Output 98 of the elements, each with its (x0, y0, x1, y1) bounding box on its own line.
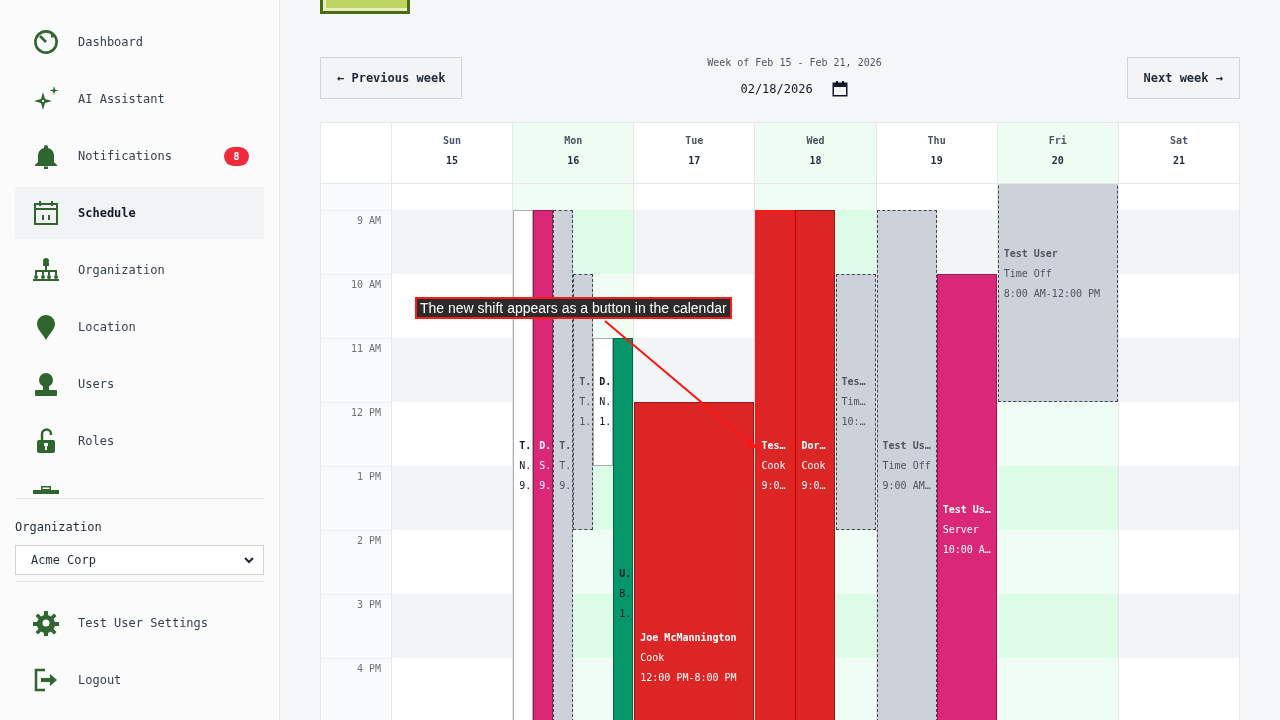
logout-icon (33, 667, 59, 693)
nav-item[interactable]: Roles (15, 415, 264, 467)
time-label: 3 PM (356, 599, 381, 611)
event-role: N. (599, 395, 612, 409)
bell-icon (33, 143, 59, 169)
time-off-block[interactable]: Tes… Tim… 10:… (835, 274, 876, 530)
event-name: Test Us… (942, 503, 991, 517)
day-date: 20 (1051, 155, 1064, 167)
organization-select[interactable]: Acme Corp (15, 545, 264, 575)
day-name: Sat (1169, 135, 1188, 147)
count-badge: 8 (224, 146, 249, 166)
gauge-icon (33, 29, 59, 55)
previous-week-button[interactable]: ← Previous week (320, 57, 463, 99)
time-label: 1 PM (356, 471, 381, 483)
event-time: 9. (539, 479, 552, 493)
event-name: T. (579, 375, 592, 389)
calendar-icon[interactable] (832, 81, 849, 97)
nav-item[interactable]: Test User Settings (15, 597, 264, 649)
event-name: T. (559, 439, 572, 453)
nav-item[interactable]: Notifications 8 (15, 130, 264, 182)
event-role: Time Off (1003, 267, 1052, 281)
day-name: Mon (564, 135, 583, 147)
event-time: 9:0… (801, 479, 826, 493)
date-field[interactable]: 02/18/2026 (740, 82, 815, 96)
event-time: 10:00 A… (942, 543, 991, 557)
event-role: Server (942, 523, 979, 537)
week-range: Week of Feb 15 - Feb 21, 2026 (707, 57, 882, 69)
nav-item[interactable]: Users (15, 358, 264, 410)
next-week-button[interactable]: Next week → (1126, 57, 1240, 99)
gear-icon (33, 610, 59, 636)
day-date: 18 (809, 155, 822, 167)
shift-block[interactable]: U. B. 1. (613, 338, 634, 720)
event-role: Cook (640, 651, 665, 665)
event-time: 9. (559, 479, 572, 493)
nav-item[interactable]: Logout (15, 654, 264, 706)
shift-block[interactable]: Tes… Cook 9:0… (755, 210, 796, 720)
event-role: Tim… (841, 395, 866, 409)
event-name: Test Us… (882, 439, 931, 453)
event-name: Tes… (761, 439, 786, 453)
day-name: Wed (806, 135, 825, 147)
event-name: U. (619, 567, 632, 581)
event-time: 12:00 PM-8:00 PM (640, 671, 737, 685)
event-time: 10:… (841, 415, 866, 429)
time-label: 9 AM (356, 215, 381, 227)
user-icon (33, 371, 59, 397)
day-date: 19 (930, 155, 943, 167)
time-label: 2 PM (356, 535, 381, 547)
event-role: Cook (801, 459, 826, 473)
event-time: 8:00 AM-12:00 PM (1003, 287, 1101, 301)
nav-item[interactable]: AI Assistant (15, 73, 264, 125)
nav-item[interactable]: Dashboard (15, 16, 264, 68)
event-time: 9:00 AM… (882, 479, 931, 493)
event-role: B. (619, 587, 632, 601)
event-name: Joe McMannington (640, 631, 737, 645)
event-role: T. (559, 459, 572, 473)
calendar-icon (33, 200, 59, 226)
day-name: Fri (1048, 135, 1067, 147)
event-time: 1. (579, 415, 592, 429)
nav-item[interactable]: Organization (15, 244, 264, 296)
time-off-block[interactable]: Test User Time Off 8:00 AM-12:00 PM (997, 184, 1118, 402)
day-date: 15 (446, 155, 459, 167)
cut-off-icon (33, 486, 59, 494)
event-name: T. (519, 439, 532, 453)
event-time: 9. (519, 479, 532, 493)
organization-label: Organization (15, 519, 102, 535)
event-role: T. (579, 395, 592, 409)
event-role: S. (539, 459, 552, 473)
event-name: D. (539, 439, 552, 453)
event-name: Test User (1003, 247, 1058, 261)
day-date: 21 (1172, 155, 1185, 167)
chevron-down-icon (244, 556, 254, 564)
time-label: 12 PM (350, 407, 381, 419)
day-name: Sun (443, 135, 462, 147)
event-name: D. (599, 375, 612, 389)
day-name: Thu (927, 135, 946, 147)
event-role: N. (519, 459, 532, 473)
event-time: 1. (599, 415, 612, 429)
day-name: Tue (685, 135, 704, 147)
nav-item[interactable]: Location (15, 301, 264, 353)
event-role: Time Off (882, 459, 931, 473)
time-off-block[interactable]: Test Us… Time Off 9:00 AM… (876, 210, 937, 720)
day-date: 16 (567, 155, 580, 167)
time-label: 10 AM (350, 279, 381, 291)
shift-block[interactable]: D. N. 1. (593, 338, 614, 466)
event-time: 9:0… (761, 479, 786, 493)
time-label: 4 PM (356, 663, 381, 675)
org-chart-icon (33, 257, 59, 283)
event-role: Cook (761, 459, 786, 473)
shift-block[interactable]: Test Us… Server 10:00 A… (936, 274, 997, 720)
cut-off-button[interactable] (320, 0, 410, 14)
shift-block[interactable]: Joe McMannington Cook 12:00 PM-8:00 PM (634, 402, 755, 720)
time-label: 11 AM (350, 343, 381, 355)
event-time: 1. (619, 607, 632, 621)
event-name: Tes… (841, 375, 866, 389)
day-date: 17 (688, 155, 701, 167)
nav-item[interactable]: Schedule (15, 187, 264, 239)
shift-block[interactable]: Dor… Cook 9:0… (795, 210, 836, 720)
event-name: Dor… (801, 439, 826, 453)
